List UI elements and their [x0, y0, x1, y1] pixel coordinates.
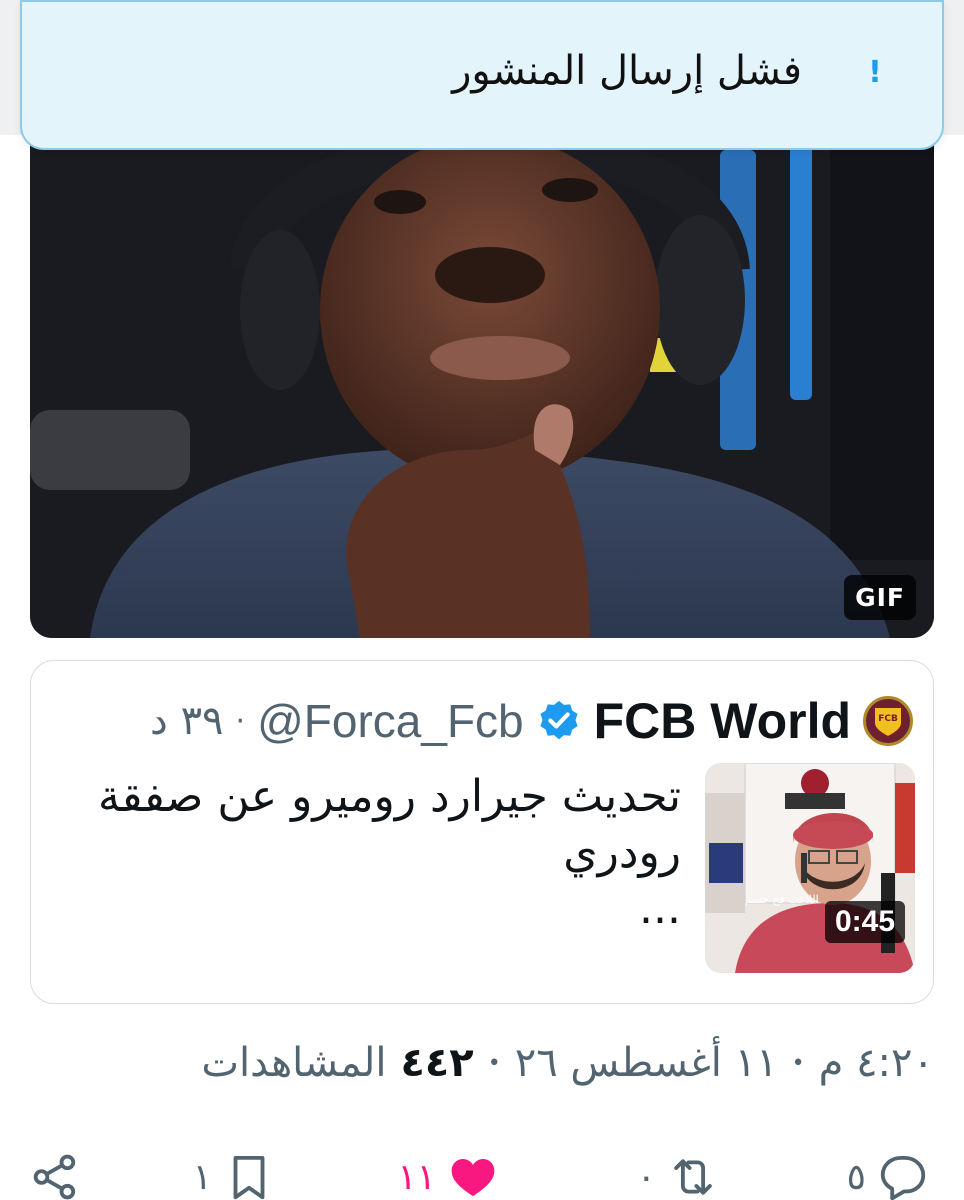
error-toast[interactable]: فشل إرسال المنشور !: [20, 0, 944, 150]
gif-media[interactable]: GIF: [30, 110, 934, 638]
avatar[interactable]: FCB: [863, 696, 913, 746]
gif-frame-illustration: [30, 110, 934, 638]
retweet-count: ٠: [636, 1156, 656, 1198]
verified-badge-icon: [540, 700, 578, 740]
bookmark-count: ١: [192, 1156, 212, 1198]
quoted-text-more: ...: [639, 883, 681, 934]
toast-message: فشل إرسال المنشور: [452, 48, 802, 94]
quoted-text-line-2: رودري: [563, 827, 681, 878]
handle[interactable]: @Forca_Fcb: [257, 694, 524, 748]
gif-badge: GIF: [844, 575, 916, 620]
reply-icon: [880, 1155, 926, 1200]
alert-icon: !: [868, 55, 882, 90]
share-button[interactable]: [28, 1150, 82, 1200]
fcb-crest-icon: FCB: [873, 706, 903, 739]
retweet-button[interactable]: ٠: [637, 1150, 720, 1200]
video-duration: 0:45: [824, 901, 905, 943]
reply-count: ٥: [846, 1156, 866, 1198]
action-bar: ٥ ٠ ١١ ١: [0, 1140, 964, 1200]
views-count[interactable]: ٤٤٢: [400, 1040, 473, 1086]
video-thumbnail[interactable]: اللاعب فخ جسم 0:45: [705, 763, 915, 973]
like-button[interactable]: ١١: [397, 1150, 500, 1200]
display-name[interactable]: FCB World: [594, 692, 851, 750]
like-count: ١١: [397, 1156, 436, 1198]
quoted-tweet-header: FCB FCB World @Forca_Fcb · ٣٩ د: [150, 691, 913, 751]
retweet-icon: [674, 1159, 712, 1195]
like-icon: [451, 1159, 495, 1197]
time-ago[interactable]: ٣٩ د: [150, 698, 224, 744]
tweet-time[interactable]: ٤:٢٠ م: [819, 1040, 934, 1086]
share-icon: [33, 1154, 76, 1200]
thumb-caption: اللاعب فخ جسم: [745, 893, 819, 906]
bookmark-button[interactable]: ١: [193, 1150, 276, 1200]
avatar-text: FCB: [878, 714, 898, 724]
reply-button[interactable]: ٥: [847, 1150, 930, 1200]
bookmark-icon: [233, 1155, 265, 1200]
header-separator: ·: [235, 703, 246, 739]
meta-separator: •: [791, 1050, 805, 1076]
quoted-tweet-text: تحديث جيرارد روميرو عن صفقة رودري ...: [61, 769, 681, 937]
quoted-tweet-card[interactable]: FCB FCB World @Forca_Fcb · ٣٩ د تحديث جي…: [30, 660, 934, 1004]
quoted-text-line-1: تحديث جيرارد روميرو عن صفقة: [97, 771, 681, 822]
meta-separator: •: [487, 1050, 501, 1076]
tweet-date[interactable]: ١١ أغسطس ٢٦: [515, 1040, 778, 1086]
tweet-meta: ٤:٢٠ م • ١١ أغسطس ٢٦ • ٤٤٢ المشاهدات: [201, 1040, 934, 1086]
views-label[interactable]: المشاهدات: [201, 1040, 386, 1086]
